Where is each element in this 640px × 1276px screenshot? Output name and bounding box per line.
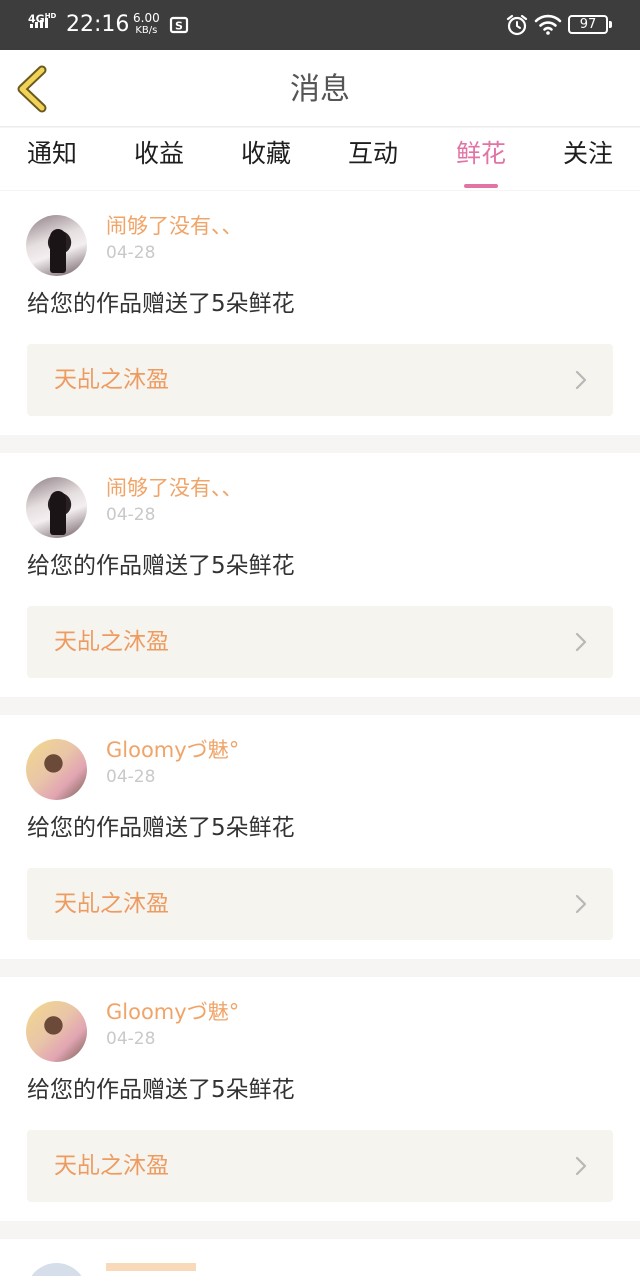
username[interactable]: 闹够了没有、、 — [106, 211, 243, 241]
avatar[interactable] — [26, 1001, 87, 1062]
tab-earnings[interactable]: 收益 — [133, 137, 185, 187]
chevron-right-icon — [575, 632, 587, 656]
chevron-right-icon — [575, 1156, 587, 1180]
svg-text:S: S — [175, 20, 183, 33]
work-title: 天乩之沐盈 — [54, 891, 169, 917]
header: 消息 — [0, 50, 640, 127]
battery-indicator: 97 — [568, 15, 612, 34]
screenshot-icon: S — [169, 15, 189, 39]
avatar[interactable] — [26, 739, 87, 800]
work-title: 天乩之沐盈 — [54, 629, 169, 655]
list-item: Gloomyづ魅° 04-28 给您的作品赠送了5朵鲜花 天乩之沐盈 — [0, 715, 640, 959]
status-bar: 4GHD 22:16 6.00 KB/s S 97 — [0, 0, 640, 50]
page-title: 消息 — [290, 72, 350, 107]
tab-flowers[interactable]: 鲜花 — [455, 137, 507, 188]
active-tab-indicator — [464, 184, 498, 188]
tab-interactions[interactable]: 互动 — [347, 137, 399, 187]
list-item-partial — [0, 1239, 640, 1276]
message-date: 04-28 — [106, 1029, 156, 1049]
avatar[interactable] — [26, 477, 87, 538]
message-text: 给您的作品赠送了5朵鲜花 — [27, 291, 295, 317]
tab-bar: 通知 收益 收藏 互动 鲜花 关注 — [0, 128, 640, 190]
tab-notifications[interactable]: 通知 — [26, 137, 78, 187]
work-link[interactable]: 天乩之沐盈 — [27, 606, 613, 678]
alarm-icon — [505, 13, 529, 41]
username-partial — [106, 1263, 196, 1273]
username[interactable]: 闹够了没有、、 — [106, 473, 243, 503]
list-item: 闹够了没有、、 04-28 给您的作品赠送了5朵鲜花 天乩之沐盈 — [0, 453, 640, 697]
message-text: 给您的作品赠送了5朵鲜花 — [27, 553, 295, 579]
network-speed: 6.00 KB/s — [133, 11, 160, 37]
work-link[interactable]: 天乩之沐盈 — [27, 1130, 613, 1202]
status-time: 22:16 — [66, 12, 130, 37]
avatar[interactable] — [26, 1263, 87, 1276]
work-title: 天乩之沐盈 — [54, 1153, 169, 1179]
list-item: Gloomyづ魅° 04-28 给您的作品赠送了5朵鲜花 天乩之沐盈 — [0, 977, 640, 1221]
wifi-icon — [534, 13, 562, 39]
list-item: 闹够了没有、、 04-28 给您的作品赠送了5朵鲜花 天乩之沐盈 — [0, 191, 640, 435]
chevron-right-icon — [575, 894, 587, 918]
tab-following[interactable]: 关注 — [562, 137, 614, 187]
tab-favorites[interactable]: 收藏 — [240, 137, 292, 187]
message-text: 给您的作品赠送了5朵鲜花 — [27, 815, 295, 841]
message-date: 04-28 — [106, 243, 156, 263]
username[interactable]: Gloomyづ魅° — [106, 997, 239, 1027]
message-date: 04-28 — [106, 767, 156, 787]
message-text: 给您的作品赠送了5朵鲜花 — [27, 1077, 295, 1103]
work-title: 天乩之沐盈 — [54, 367, 169, 393]
chevron-right-icon — [575, 370, 587, 394]
avatar[interactable] — [26, 215, 87, 276]
message-date: 04-28 — [106, 505, 156, 525]
work-link[interactable]: 天乩之沐盈 — [27, 868, 613, 940]
username[interactable]: Gloomyづ魅° — [106, 735, 239, 765]
work-link[interactable]: 天乩之沐盈 — [27, 344, 613, 416]
